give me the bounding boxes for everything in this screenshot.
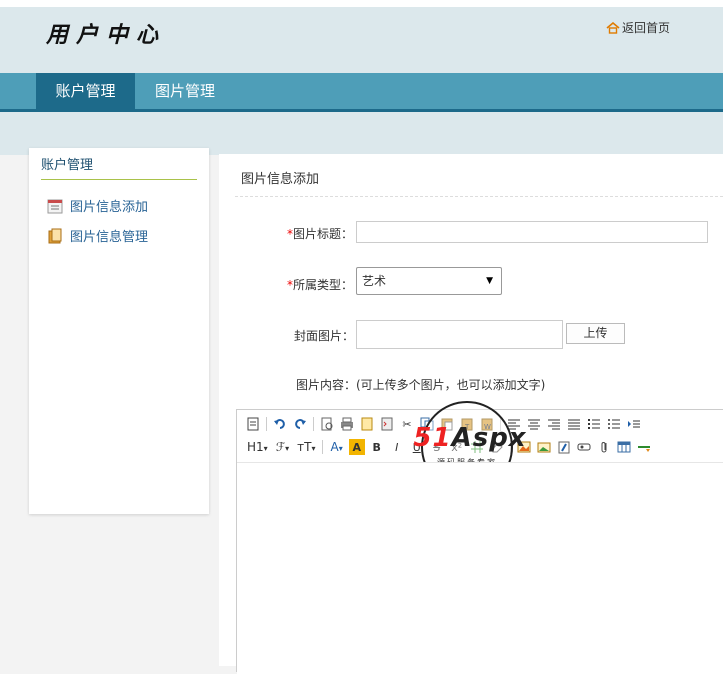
home-link-label: 返回首页 [622,21,671,35]
header: 用户中心 返回首页 [0,7,723,73]
horizontal-rule-icon[interactable] [636,439,652,455]
title-divider [235,196,723,197]
table-icon[interactable] [616,439,632,455]
undo-icon[interactable] [272,416,288,432]
list-add-icon [47,199,63,213]
flash-icon[interactable] [556,439,572,455]
sidebar-item-manage-image[interactable]: 图片信息管理 [47,226,148,245]
type-label: *所属类型： [287,278,354,292]
editor-toolbar: ✂ T W H1▾ ℱ▾ ᴛT▾ A▾ A B I U S x² 51Aspx [237,401,723,493]
ordered-list-icon[interactable] [586,416,602,432]
site-logo: 用户中心 [46,22,167,48]
attachment-icon[interactable] [596,439,612,455]
justify-icon[interactable] [566,416,582,432]
align-right-icon[interactable] [546,416,562,432]
source-icon[interactable] [245,416,261,432]
toolbar-separator [266,417,267,431]
image-title-input[interactable] [356,221,708,243]
home-icon [606,21,620,34]
heading-dropdown[interactable]: H1▾ [247,440,268,454]
folder-icon [48,228,62,243]
type-select[interactable]: 艺术 ▼ [356,267,502,295]
page-title: 图片信息添加 [241,172,320,187]
nav-item-images[interactable]: 图片管理 [155,73,215,109]
upload-button[interactable]: 上传 [566,323,625,344]
font-size-dropdown[interactable]: ᴛT▾ [297,440,315,454]
bold-icon[interactable]: B [369,439,385,455]
nav-item-account[interactable]: 账户管理 [36,73,135,109]
highlight-color-icon[interactable]: A [348,439,365,455]
title-label: *图片标题： [287,227,354,241]
dropdown-arrow-icon: ▼ [486,276,493,286]
font-family-dropdown[interactable]: ℱ▾ [276,440,289,454]
sidebar-item-label: 图片信息管理 [70,230,149,245]
template-icon[interactable] [359,416,375,432]
italic-icon[interactable]: I [389,439,405,455]
cover-label: 封面图片： [294,329,355,343]
main-nav: 账户管理 图片管理 [0,73,723,112]
main-panel: 图片信息添加 *图片标题： *所属类型： 艺术 ▼ 封面图片： 上传 图片内容：… [219,148,723,674]
redo-icon[interactable] [292,416,308,432]
sidebar-title: 账户管理 [41,154,197,180]
multi-image-icon[interactable] [536,439,552,455]
print-icon[interactable] [339,416,355,432]
code-icon[interactable] [379,416,395,432]
indent-icon[interactable] [626,416,642,432]
rich-text-editor: ✂ T W H1▾ ℱ▾ ᴛT▾ A▾ A B I U S x² 51Aspx [236,401,723,674]
home-link[interactable]: 返回首页 [606,19,670,36]
preview-icon[interactable] [319,416,335,432]
editor-content-area[interactable] [237,462,723,674]
font-color-button[interactable]: A▾ [330,440,342,454]
sidebar: 账户管理 图片信息添加 图片信息管理 [29,148,209,514]
media-icon[interactable] [576,439,592,455]
unordered-list-icon[interactable] [606,416,622,432]
type-select-value: 艺术 [362,274,387,288]
sidebar-item-add-image[interactable]: 图片信息添加 [47,196,148,215]
top-strip [0,0,723,7]
toolbar-separator [322,440,324,454]
cover-image-input[interactable] [356,320,563,349]
content-label: 图片内容：(可上传多个图片，也可以添加文字) [296,378,546,392]
sidebar-item-label: 图片信息添加 [70,200,149,215]
toolbar-separator [313,417,314,431]
watermark-brand: 51Aspx [413,423,527,453]
